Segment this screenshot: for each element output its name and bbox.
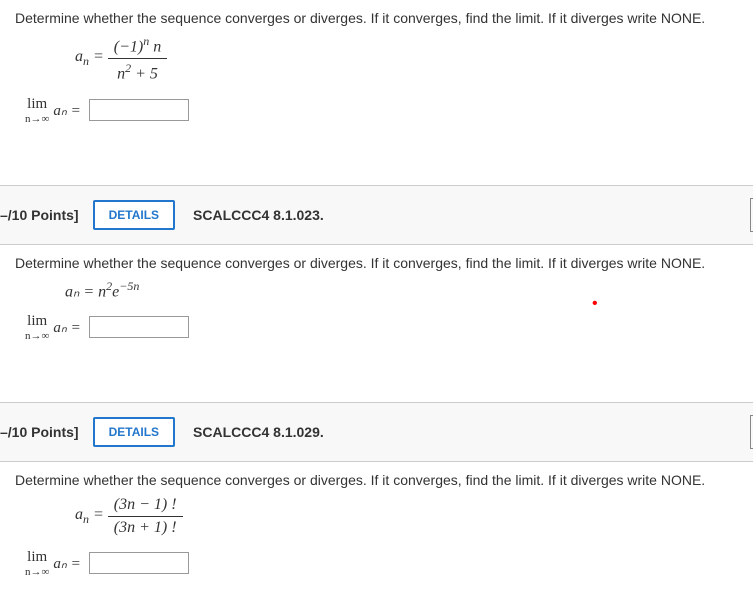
details-button[interactable]: DETAILS <box>93 200 175 230</box>
question-3: Determine whether the sequence converges… <box>0 462 753 594</box>
question-header-2: –/10 Points] DETAILS SCALCCC4 8.1.023. <box>0 185 753 245</box>
limit-notation: lim n→∞ <box>25 549 49 578</box>
limit-notation: lim n→∞ <box>25 313 49 342</box>
limit-row-3: lim n→∞ aₙ = <box>25 549 738 578</box>
limit-notation: lim n→∞ <box>25 96 49 125</box>
source-label: SCALCCC4 8.1.023. <box>193 207 324 223</box>
formula-1: an = (−1)n n n2 + 5 <box>75 34 738 84</box>
limit-row-1: lim n→∞ aₙ = <box>25 96 738 125</box>
question-header-3: –/10 Points] DETAILS SCALCCC4 8.1.029. <box>0 402 753 462</box>
fraction-3: (3n − 1) ! (3n + 1) ! <box>108 496 183 537</box>
instruction-text: Determine whether the sequence converges… <box>15 10 738 26</box>
formula-2: aₙ = n2e−5n <box>65 279 738 301</box>
answer-input-3[interactable] <box>89 552 189 574</box>
answer-input-1[interactable] <box>89 99 189 121</box>
points-label: –/10 Points] <box>0 424 79 440</box>
answer-input-2[interactable] <box>89 316 189 338</box>
question-1: Determine whether the sequence converges… <box>0 0 753 155</box>
question-2: Determine whether the sequence converges… <box>0 245 753 372</box>
formula-3: an = (3n − 1) ! (3n + 1) ! <box>75 496 738 537</box>
instruction-text: Determine whether the sequence converges… <box>15 255 738 271</box>
details-button[interactable]: DETAILS <box>93 417 175 447</box>
limit-row-2: lim n→∞ aₙ = <box>25 313 738 342</box>
fraction-1: (−1)n n n2 + 5 <box>108 34 167 84</box>
an-equals: aₙ = <box>53 101 80 120</box>
points-label: –/10 Points] <box>0 207 79 223</box>
red-dot-icon: • <box>592 295 598 313</box>
an-equals: aₙ = <box>53 318 80 337</box>
source-label: SCALCCC4 8.1.029. <box>193 424 324 440</box>
instruction-text: Determine whether the sequence converges… <box>15 472 738 488</box>
an-equals: aₙ = <box>53 554 80 573</box>
